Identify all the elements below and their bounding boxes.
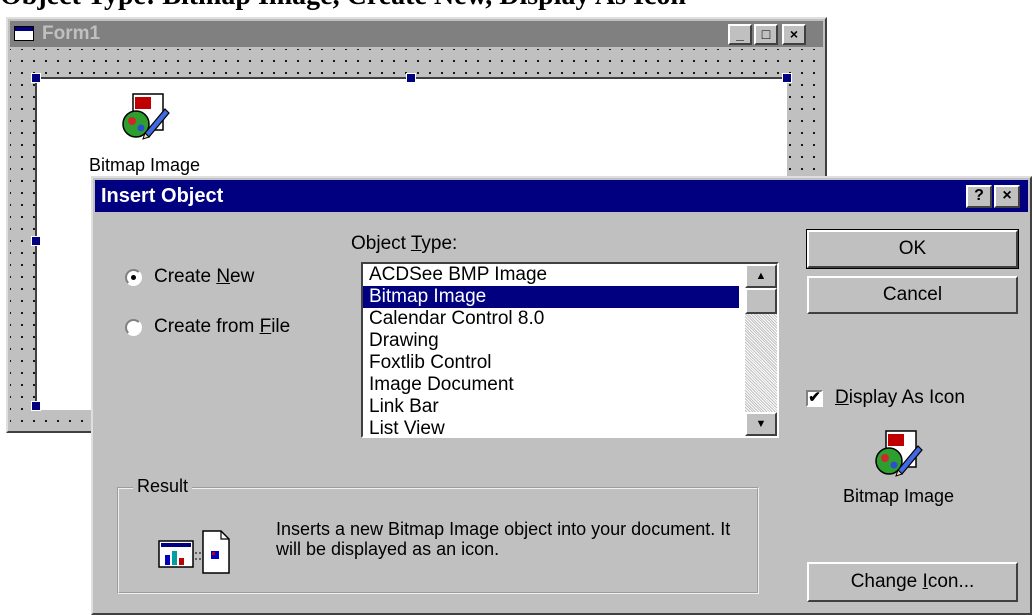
resize-handle[interactable] [31, 236, 41, 246]
list-scrollbar[interactable]: ▲ ▼ [745, 264, 777, 436]
object-type-item[interactable]: Bitmap Image [363, 286, 739, 308]
maximize-button[interactable]: □ [754, 24, 778, 45]
resize-handle[interactable] [782, 73, 792, 83]
scroll-up-button[interactable]: ▲ [745, 264, 777, 288]
result-description: Inserts a new Bitmap Image object into y… [276, 519, 731, 559]
object-type-item[interactable]: Calendar Control 8.0 [363, 308, 739, 330]
display-as-icon-checkbox[interactable]: ✔ Display As Icon [806, 387, 965, 409]
resize-handle[interactable] [31, 401, 41, 411]
caption-text: Object Type: Bitmap Image, Create New, D… [0, 0, 1032, 16]
form-close-button[interactable]: × [782, 24, 806, 45]
ole-object-label: Bitmap Image [89, 155, 201, 175]
checkbox-indicator[interactable]: ✔ [806, 389, 823, 407]
resize-handle[interactable] [31, 73, 41, 83]
minimize-button[interactable]: _ [728, 24, 752, 45]
create-new-label: Create New [154, 266, 255, 287]
object-type-item[interactable]: ACDSee BMP Image [363, 264, 739, 286]
ok-button[interactable]: OK [806, 229, 1019, 269]
bitmap-image-icon [875, 430, 923, 477]
object-type-list[interactable]: ACDSee BMP Image Bitmap Image Calendar Con… [361, 262, 779, 438]
object-type-item[interactable]: Link Bar [363, 396, 739, 418]
object-type-item[interactable]: List View [363, 418, 739, 436]
scroll-down-button[interactable]: ▼ [745, 412, 777, 436]
change-icon-button[interactable]: Change Icon... [807, 562, 1018, 602]
dialog-title: Insert Object [101, 185, 224, 207]
object-type-item[interactable]: Foxtlib Control [363, 352, 739, 374]
form1-titlebar[interactable]: Form1 _ □ × [10, 21, 823, 47]
bitmap-image-icon [122, 93, 170, 140]
form1-title: Form1 [42, 23, 101, 44]
create-from-file-label: Create from File [154, 316, 291, 337]
dialog-titlebar[interactable]: Insert Object ? × [95, 180, 1028, 212]
dialog-close-button[interactable]: × [994, 185, 1020, 208]
object-type-item[interactable]: Drawing [363, 330, 739, 352]
scroll-thumb[interactable] [745, 288, 777, 314]
insert-object-result-icon [158, 530, 230, 574]
cancel-button[interactable]: Cancel [807, 276, 1018, 314]
object-type-label: Object Type: [351, 233, 458, 254]
icon-caption: Bitmap Image [843, 486, 955, 506]
result-group: Result Inserts a new Bitmap Image object… [117, 476, 759, 594]
radio-indicator[interactable] [125, 268, 142, 286]
resize-handle[interactable] [406, 73, 416, 83]
display-as-icon-label: Display As Icon [835, 387, 965, 408]
result-legend: Result [133, 476, 193, 497]
object-type-items: ACDSee BMP Image Bitmap Image Calendar Con… [363, 264, 739, 436]
create-from-file-radio[interactable]: Create from File [125, 316, 290, 338]
help-button[interactable]: ? [966, 185, 992, 208]
create-new-radio[interactable]: Create New [125, 266, 254, 288]
radio-indicator[interactable] [125, 318, 142, 336]
object-type-item[interactable]: Image Document [363, 374, 739, 396]
form-window-icon [14, 26, 34, 41]
insert-object-dialog: Insert Object ? × Create New Create from… [91, 176, 1032, 615]
